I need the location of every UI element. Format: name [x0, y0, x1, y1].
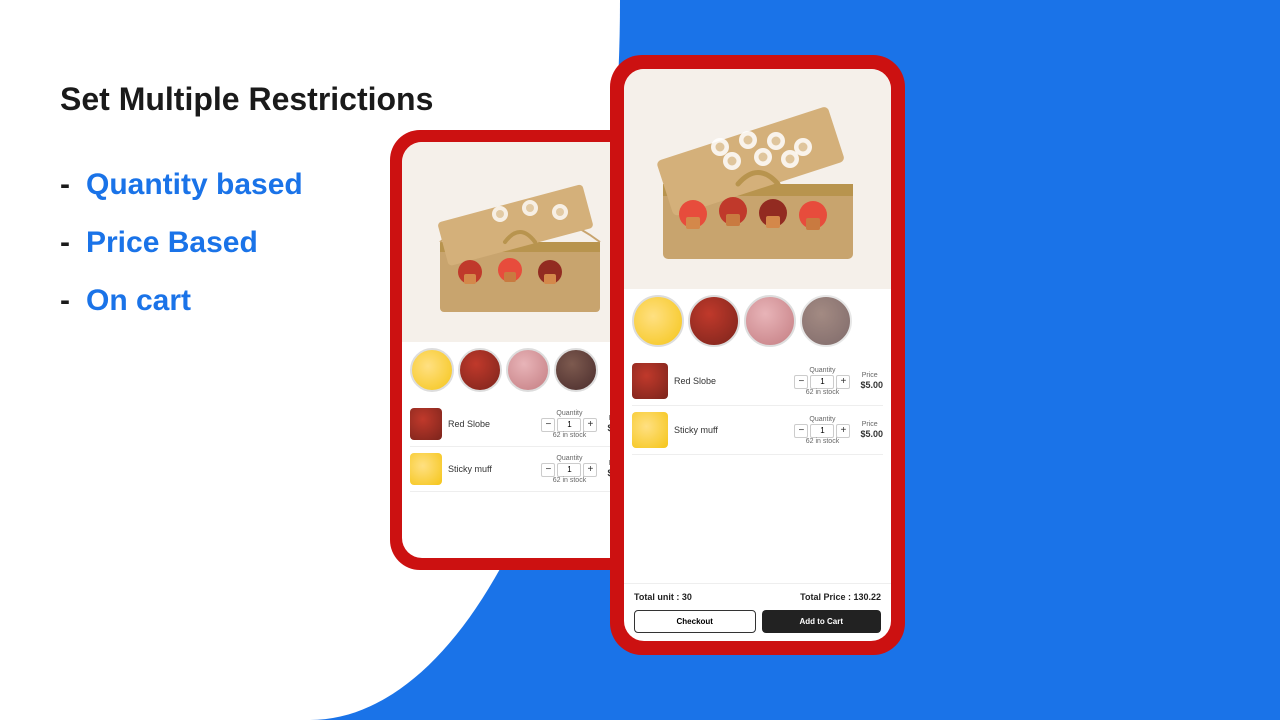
main-title: Set Multiple Restrictions [60, 80, 540, 118]
price-value-large-2: $5.00 [860, 429, 883, 439]
qty-group-2: Quantity − + 62 in stock [541, 455, 597, 484]
plus-btn-large-2[interactable]: + [836, 424, 850, 438]
table-row: Sticky muff Quantity − + 62 in stock Pri… [632, 406, 883, 455]
thumbnail-row-large [624, 289, 891, 353]
thumbnail-row-small [402, 342, 638, 398]
plus-btn-2[interactable]: + [583, 463, 597, 477]
stock-label-1: 62 in stock [553, 432, 586, 439]
price-value-large-1: $5.00 [860, 380, 883, 390]
thumb-large-1[interactable] [632, 295, 684, 347]
stock-label-2: 62 in stock [553, 477, 586, 484]
product-image-large [624, 69, 891, 289]
qty-header-1: Quantity [556, 410, 582, 417]
plus-btn-1[interactable]: + [583, 418, 597, 432]
product-thumb-large-1 [632, 363, 668, 399]
qty-group-1: Quantity − + 62 in stock [541, 410, 597, 439]
phone-large: Red Slobe Quantity − + 62 in stock Price… [610, 55, 905, 655]
total-price: Total Price : 130.22 [800, 592, 881, 602]
minus-btn-1[interactable]: − [541, 418, 555, 432]
table-row: Red Slobe Quantity − + 62 in stock Price… [410, 402, 630, 447]
product-thumb-2 [410, 453, 442, 485]
qty-group-large-1: Quantity − + 62 in stock [794, 367, 850, 396]
plus-btn-large-1[interactable]: + [836, 375, 850, 389]
product-image-small [402, 142, 638, 342]
qty-control-2[interactable]: − + [541, 463, 597, 477]
qty-control-large-2[interactable]: − + [794, 424, 850, 438]
product-name-2: Sticky muff [448, 464, 535, 474]
product-name-1: Red Slobe [448, 419, 535, 429]
qty-header-large-2: Quantity [809, 416, 835, 423]
price-group-large-2: Price $5.00 [856, 421, 883, 439]
box-illustration-large [648, 89, 868, 269]
qty-input-large-2[interactable] [810, 424, 834, 438]
add-to-cart-button[interactable]: Add to Cart [762, 610, 882, 633]
product-thumb-large-2 [632, 412, 668, 448]
totals-bar: Total unit : 30 Total Price : 130.22 Che… [624, 583, 891, 641]
dash-1: - [60, 168, 70, 202]
thumb-small-3[interactable] [506, 348, 550, 392]
product-list-small: Red Slobe Quantity − + 62 in stock Price… [402, 398, 638, 558]
thumb-small-2[interactable] [458, 348, 502, 392]
product-list-large: Red Slobe Quantity − + 62 in stock Price… [624, 353, 891, 583]
product-name-large-2: Sticky muff [674, 425, 788, 435]
price-group-large-1: Price $5.00 [856, 372, 883, 390]
qty-control-large-1[interactable]: − + [794, 375, 850, 389]
qty-group-large-2: Quantity − + 62 in stock [794, 416, 850, 445]
thumb-small-1[interactable] [410, 348, 454, 392]
minus-btn-2[interactable]: − [541, 463, 555, 477]
action-buttons: Checkout Add to Cart [634, 610, 881, 633]
phone-small-inner: Red Slobe Quantity − + 62 in stock Price… [402, 142, 638, 558]
feature-quantity-text: Quantity based [86, 168, 303, 202]
totals-row: Total unit : 30 Total Price : 130.22 [634, 592, 881, 602]
checkout-button[interactable]: Checkout [634, 610, 756, 633]
price-header-large-2: Price [862, 421, 878, 428]
price-header-large-1: Price [862, 372, 878, 379]
qty-input-2[interactable] [557, 463, 581, 477]
stock-label-large-1: 62 in stock [806, 389, 839, 396]
qty-header-large-1: Quantity [809, 367, 835, 374]
minus-btn-large-2[interactable]: − [794, 424, 808, 438]
dash-3: - [60, 284, 70, 318]
qty-header-2: Quantity [556, 455, 582, 462]
table-row: Sticky muff Quantity − + 62 in stock Pri… [410, 447, 630, 492]
total-units: Total unit : 30 [634, 592, 692, 602]
thumb-large-4[interactable] [800, 295, 852, 347]
thumb-large-3[interactable] [744, 295, 796, 347]
feature-cart-text: On cart [86, 284, 191, 318]
qty-input-1[interactable] [557, 418, 581, 432]
thumb-large-2[interactable] [688, 295, 740, 347]
box-illustration-small [420, 162, 620, 322]
table-row: Red Slobe Quantity − + 62 in stock Price… [632, 357, 883, 406]
product-thumb-1 [410, 408, 442, 440]
feature-price-text: Price Based [86, 226, 258, 260]
qty-control-1[interactable]: − + [541, 418, 597, 432]
phone-large-inner: Red Slobe Quantity − + 62 in stock Price… [624, 69, 891, 641]
dash-2: - [60, 226, 70, 260]
minus-btn-large-1[interactable]: − [794, 375, 808, 389]
qty-input-large-1[interactable] [810, 375, 834, 389]
product-name-large-1: Red Slobe [674, 376, 788, 386]
thumb-small-4[interactable] [554, 348, 598, 392]
stock-label-large-2: 62 in stock [806, 438, 839, 445]
